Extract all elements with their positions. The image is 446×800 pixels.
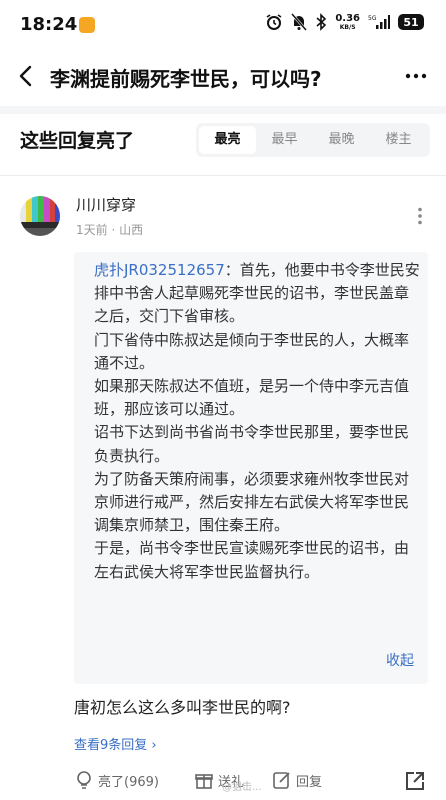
gift-icon: [195, 774, 213, 789]
mute-bell-icon: [291, 13, 308, 31]
page-title: 李渊提前赐死李世民，可以吗?: [50, 67, 322, 91]
divider: [0, 175, 446, 176]
quoted-reply: 虎扑JR032512657：首先，他要中书令李世民安排中书舍人起草赐死李世民的诏…: [74, 252, 428, 684]
quote-body: 首先，他要中书令李世民安排中书舍人起草赐死李世民的诏书，李世民盖章之后，交门下省…: [94, 261, 420, 581]
quote-colon: ：: [224, 261, 240, 279]
comment-text: 唐初怎么这么多叫李世民的啊?: [74, 698, 291, 717]
sort-tab-earliest[interactable]: 最早: [256, 126, 313, 154]
share-icon[interactable]: [404, 770, 426, 792]
avatar[interactable]: [20, 196, 60, 236]
view-replies-label: 查看9条回复: [74, 738, 148, 753]
signal-icon: 5G: [368, 15, 390, 29]
like-count: 亮了(969): [98, 774, 159, 790]
more-options-icon[interactable]: [404, 64, 428, 88]
sort-tab-brightest[interactable]: 最亮: [199, 126, 256, 154]
comment-username[interactable]: 川川穿穿: [76, 194, 136, 215]
watermark: @狙击...: [222, 782, 262, 793]
status-icons: 0.36 KB/S 5G 51: [265, 13, 424, 31]
chevron-right-icon: ›: [151, 738, 157, 753]
app-notification-icon: [79, 17, 95, 33]
sort-tab-op[interactable]: 楼主: [370, 126, 427, 154]
network-speed: 0.36 KB/S: [335, 12, 360, 31]
collapse-button[interactable]: 收起: [386, 650, 414, 670]
svg-text:5G: 5G: [368, 15, 377, 22]
meta-separator: ·: [111, 223, 120, 237]
light-bulb-icon: [77, 771, 91, 789]
like-button[interactable]: 亮了(969): [74, 770, 159, 790]
quote-author[interactable]: 虎扑JR032512657: [94, 261, 225, 279]
alarm-icon: [266, 14, 282, 30]
status-bar: 18:24 0.36 KB/S 5G 51: [0, 0, 446, 50]
section-divider: [0, 106, 446, 114]
bluetooth-icon: [316, 13, 327, 31]
comment-location: 山西: [119, 223, 144, 237]
battery-indicator: 51: [398, 14, 424, 30]
quote-text: 虎扑JR032512657：首先，他要中书令李世民安排中书舍人起草赐死李世民的诏…: [94, 259, 420, 584]
comment-more-icon[interactable]: [410, 206, 430, 226]
top-nav: 李渊提前赐死李世民，可以吗?: [0, 50, 446, 104]
sort-tab-latest[interactable]: 最晚: [313, 126, 370, 154]
replies-section-title: 这些回复亮了: [20, 130, 135, 152]
reply-button[interactable]: 回复: [272, 770, 322, 790]
sort-tabs: 最亮 最早 最晚 楼主: [196, 123, 430, 157]
edit-icon: [273, 772, 290, 789]
reply-label: 回复: [296, 774, 323, 790]
comment-meta: 1天前 · 山西: [76, 221, 143, 238]
view-replies-link[interactable]: 查看9条回复 ›: [74, 734, 157, 753]
back-arrow-icon[interactable]: [14, 64, 38, 88]
status-time: 18:24: [20, 14, 78, 35]
comment-time: 1天前: [76, 223, 108, 237]
